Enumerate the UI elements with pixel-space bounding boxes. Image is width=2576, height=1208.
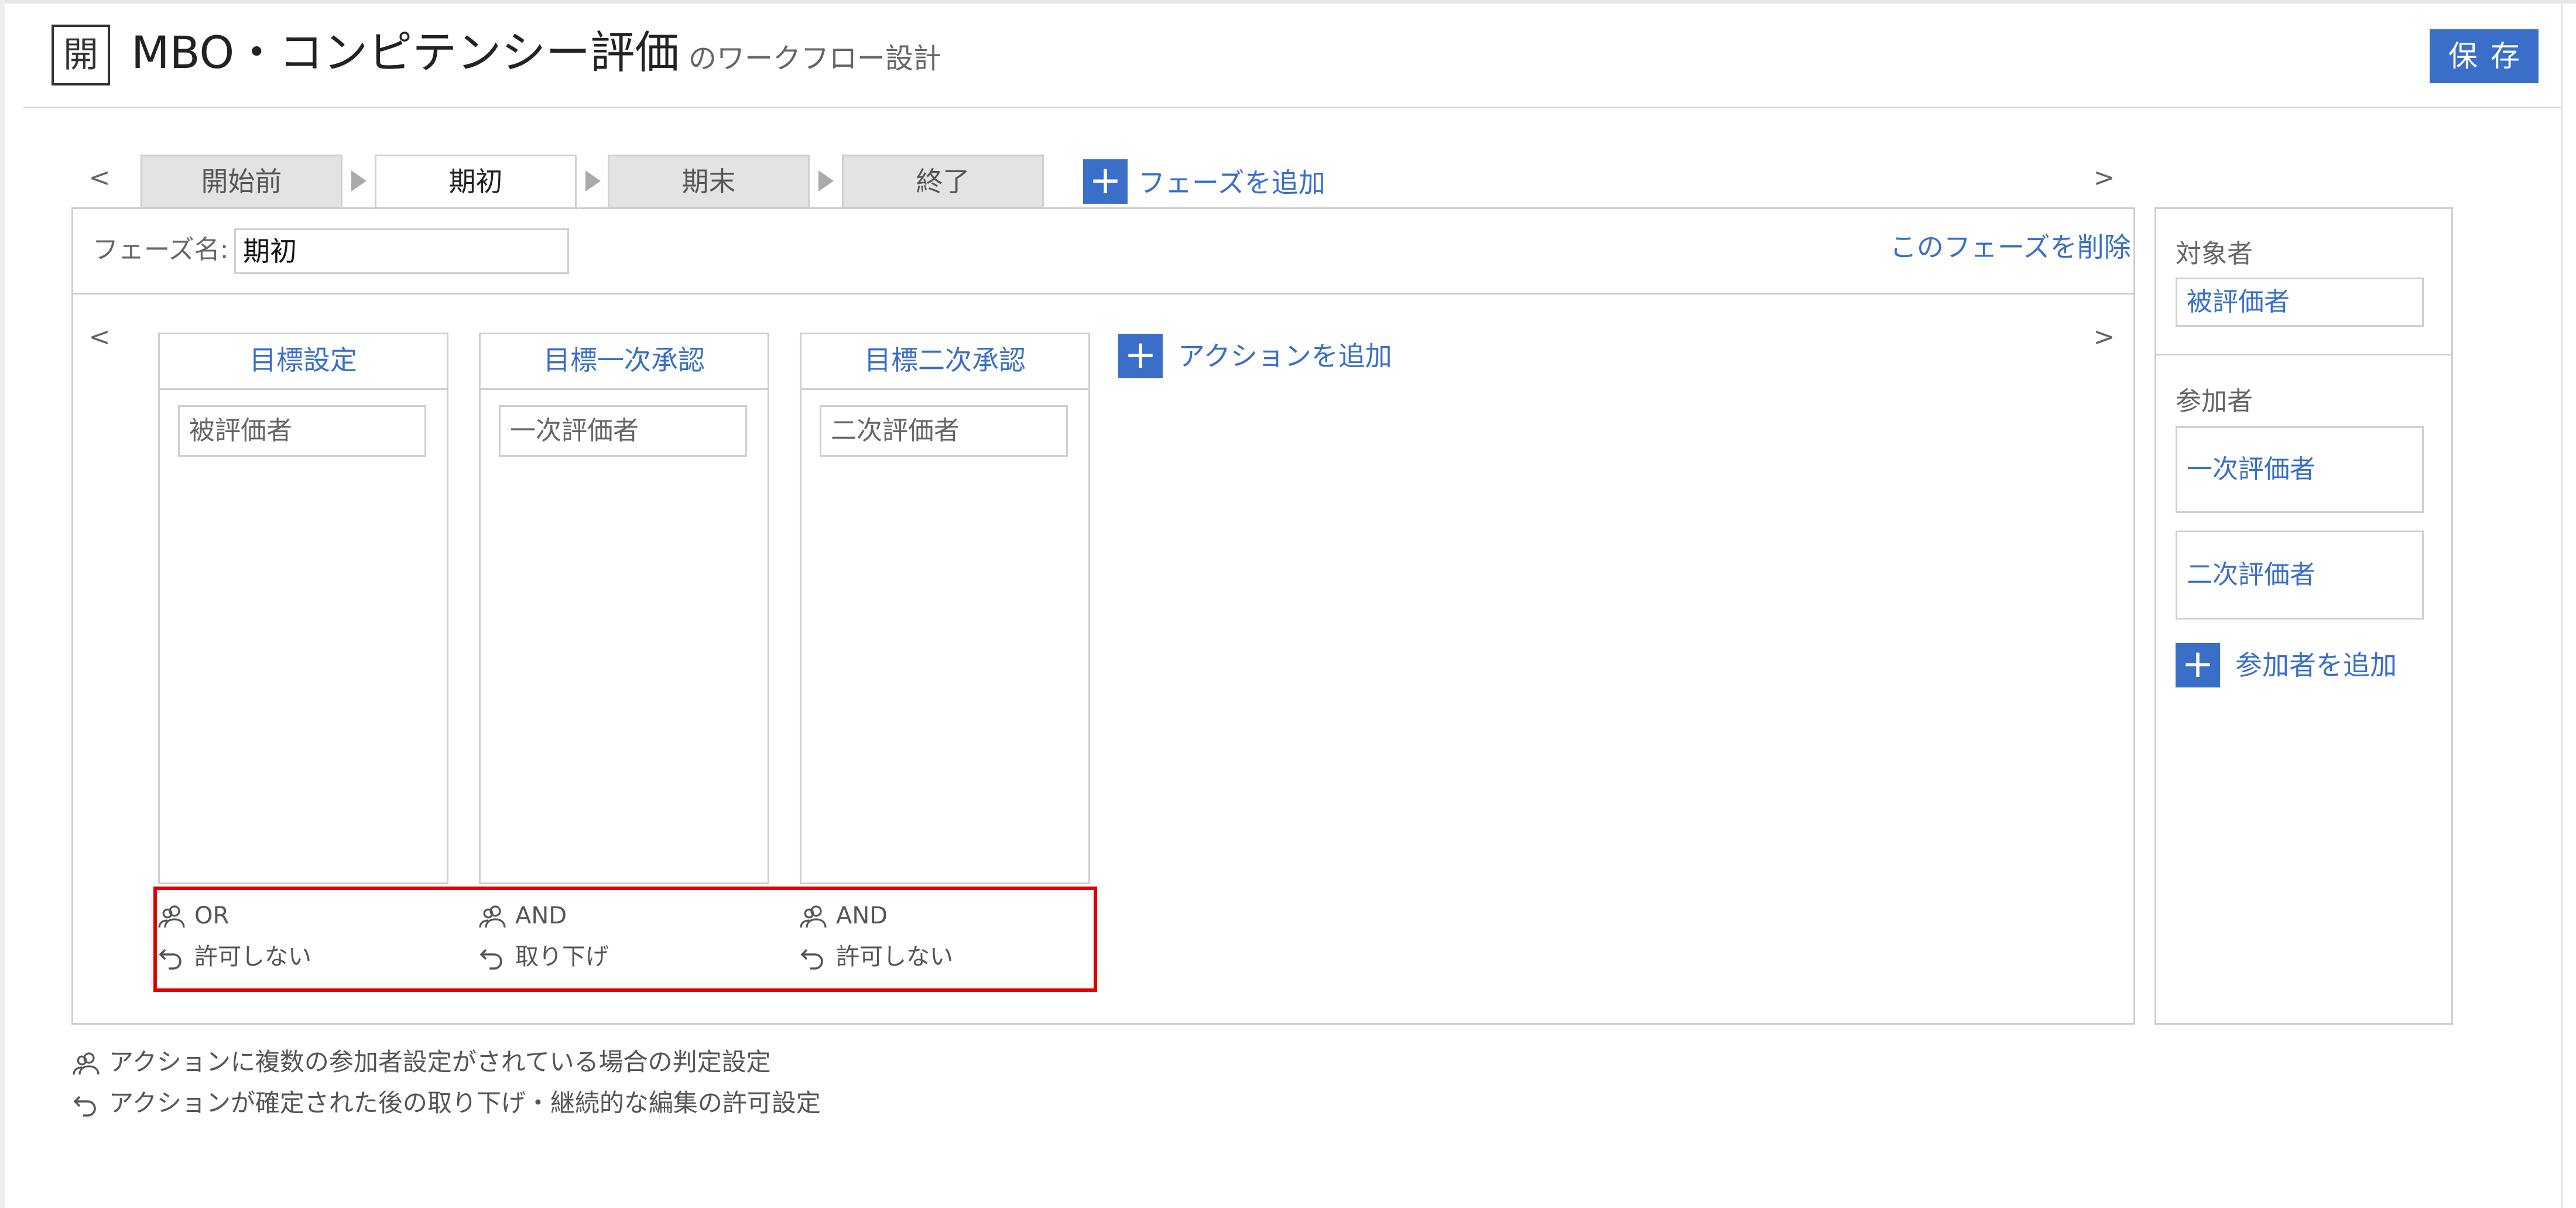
undo-icon <box>73 1096 96 1117</box>
phase-flow-arrow-icon <box>351 170 366 191</box>
withdraw-value-3: 許可しない <box>836 943 953 970</box>
add-phase-plus-icon[interactable]: + <box>1083 159 1128 204</box>
withdraw-value-1: 許可しない <box>194 943 311 970</box>
phase-next-arrow[interactable]: > <box>2092 160 2116 196</box>
window-frame-top <box>0 0 2576 4</box>
undo-icon <box>159 949 181 970</box>
participants-label: 参加者 <box>2176 386 2253 416</box>
save-button[interactable]: 保存 <box>2430 29 2539 83</box>
withdraw-legend: アクションが確定された後の取り下げ・継続的な編集の許可設定 <box>73 1087 821 1120</box>
judgement-value-1: OR <box>194 902 229 929</box>
undo-icon <box>800 949 823 970</box>
action-title-1[interactable]: 目標設定 <box>160 334 447 390</box>
action-next-arrow[interactable]: > <box>2092 320 2116 355</box>
tab-phase-3[interactable]: 期末 <box>608 155 810 208</box>
action-role-2[interactable]: 一次評価者 <box>499 405 747 457</box>
judgement-setting-3[interactable]: AND <box>800 901 888 931</box>
window-frame-left <box>0 0 5 1208</box>
judgement-value-2: AND <box>515 902 567 929</box>
tab-phase-4[interactable]: 終了 <box>842 155 1044 208</box>
action-role-1[interactable]: 被評価者 <box>178 405 426 457</box>
add-action-link[interactable]: アクションを追加 <box>1178 338 1392 374</box>
header-divider <box>23 107 2561 108</box>
add-phase-link[interactable]: フェーズを追加 <box>1138 165 1325 200</box>
phase-flow-arrow-icon <box>585 170 601 191</box>
action-title-2[interactable]: 目標一次承認 <box>481 334 768 390</box>
target-label: 対象者 <box>2176 239 2253 269</box>
add-action-plus-icon[interactable]: + <box>1118 334 1163 378</box>
phase-flow-arrow-icon <box>818 170 834 191</box>
users-icon <box>800 905 827 928</box>
judgement-legend-text: アクションに複数の参加者設定がされている場合の判定設定 <box>109 1048 771 1076</box>
users-icon <box>158 905 185 928</box>
users-icon <box>479 905 506 928</box>
window-frame-right <box>2561 0 2563 1208</box>
delete-phase-link[interactable]: このフェーズを削除 <box>1890 230 2131 265</box>
phase-name-label: フェーズ名: <box>93 235 229 265</box>
phase-prev-arrow[interactable]: < <box>88 160 111 196</box>
judgement-value-3: AND <box>836 902 888 929</box>
phase-panel-divider <box>71 293 2135 295</box>
judgement-setting-1[interactable]: OR <box>158 901 229 931</box>
add-participant-plus-icon[interactable]: + <box>2176 643 2220 687</box>
highlight-box <box>153 887 1097 992</box>
add-participant-link[interactable]: 参加者を追加 <box>2235 648 2397 683</box>
app-logo-icon: 開 <box>52 25 110 85</box>
action-prev-arrow[interactable]: < <box>88 320 111 355</box>
target-field[interactable]: 被評価者 <box>2176 278 2424 327</box>
withdraw-legend-text: アクションが確定された後の取り下げ・継続的な編集の許可設定 <box>109 1089 821 1117</box>
participant-item-1[interactable]: 一次評価者 <box>2176 426 2424 513</box>
withdraw-setting-3[interactable]: 許可しない <box>800 942 953 972</box>
judgement-setting-2[interactable]: AND <box>479 901 567 931</box>
withdraw-setting-1[interactable]: 許可しない <box>158 942 311 972</box>
withdraw-setting-2[interactable]: 取り下げ <box>479 942 609 972</box>
tab-phase-1[interactable]: 開始前 <box>141 155 342 208</box>
judgement-legend: アクションに複数の参加者設定がされている場合の判定設定 <box>73 1046 771 1079</box>
phase-name-input[interactable]: 期初 <box>234 228 569 274</box>
participant-item-2[interactable]: 二次評価者 <box>2176 531 2424 620</box>
side-panel-divider <box>2154 354 2453 355</box>
action-role-3[interactable]: 二次評価者 <box>820 405 1068 457</box>
withdraw-value-2: 取り下げ <box>515 943 609 970</box>
page-subtitle: のワークフロー設計 <box>688 42 942 75</box>
users-icon <box>73 1052 100 1074</box>
page-title: MBO・コンピテンシー評価 <box>131 26 680 78</box>
undo-icon <box>479 949 502 970</box>
action-title-3[interactable]: 目標二次承認 <box>801 334 1088 390</box>
tab-phase-2[interactable]: 期初 <box>375 155 577 210</box>
